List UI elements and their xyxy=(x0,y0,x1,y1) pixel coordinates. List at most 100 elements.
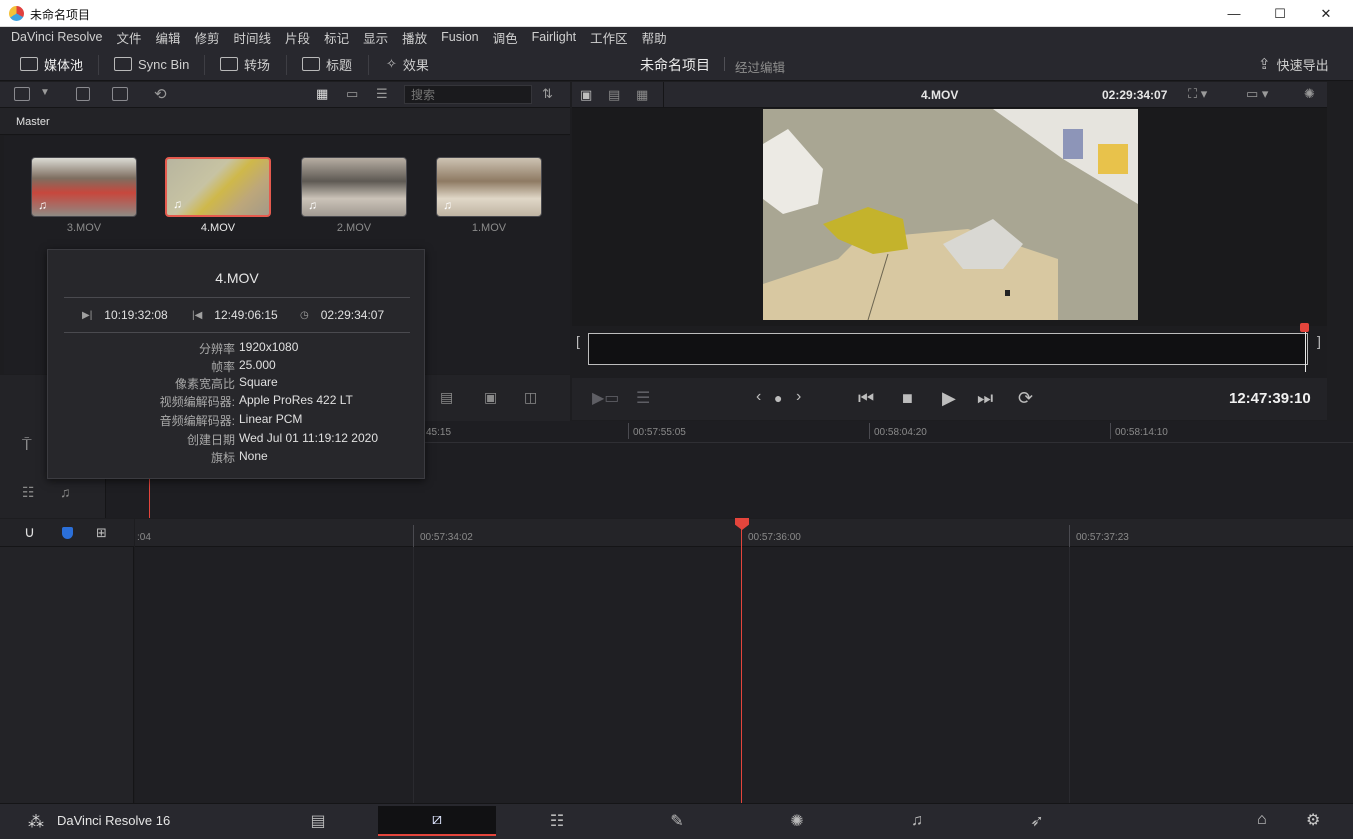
prop-key: 像素宽高比 xyxy=(174,377,235,391)
menu-color[interactable]: 调色 xyxy=(493,28,518,47)
audio-meter-scale xyxy=(1327,82,1353,422)
ruler-label: 45:15 xyxy=(426,427,452,438)
adjust-sliders-icon[interactable]: ☰ xyxy=(636,388,650,408)
maximize-button[interactable]: ☐ xyxy=(1257,0,1303,27)
prop-frame-rate: 帧率 25.000 xyxy=(48,358,426,375)
multicam-view-icon[interactable]: ▦ xyxy=(636,87,648,103)
go-to-start-icon[interactable]: ⏮ xyxy=(858,388,874,409)
export-icon: ⇪ xyxy=(1258,56,1271,73)
sync-icon[interactable]: ⟲ xyxy=(154,85,167,103)
titles-button[interactable]: 标题 xyxy=(302,54,352,74)
settings-gear-icon[interactable]: ⚙ xyxy=(1306,810,1320,830)
page-media-icon[interactable]: ▤ xyxy=(259,806,377,836)
sort-icon[interactable]: ⇅ xyxy=(542,86,553,102)
grid-line xyxy=(413,547,414,803)
menu-playback[interactable]: 播放 xyxy=(402,28,427,47)
sidebar-toggle-icon[interactable] xyxy=(14,87,30,101)
media-pool-button[interactable]: 媒体池 xyxy=(20,54,83,74)
clip-thumbnail-selected[interactable]: ♫ xyxy=(165,157,271,217)
prop-flags: 旗标 None xyxy=(48,449,426,466)
import-media-icon[interactable] xyxy=(76,87,90,101)
audio-track-icon[interactable]: ♫ xyxy=(60,484,71,500)
ruler-label: 00:58:14:10 xyxy=(1115,427,1168,438)
clip-thumbnail[interactable]: ♫ xyxy=(301,157,407,217)
page-deliver-icon[interactable]: ➶ xyxy=(978,806,1096,836)
next-edit-icon[interactable]: › xyxy=(796,388,801,406)
loop-icon[interactable]: ⟳ xyxy=(1018,388,1033,409)
place-on-top-icon[interactable]: ▣ xyxy=(484,389,497,406)
display-options-icon[interactable]: ▭ ▾ xyxy=(1246,86,1268,102)
page-fairlight-icon[interactable]: ♫ xyxy=(858,806,976,836)
clip-label: 2.MOV xyxy=(336,222,372,234)
menu-clip[interactable]: 片段 xyxy=(285,28,310,47)
lower-timeline[interactable] xyxy=(135,519,1353,803)
go-to-end-icon[interactable]: ⏭ xyxy=(977,388,993,409)
lock-track-icon[interactable]: ⍑ xyxy=(22,437,32,455)
add-track-icon[interactable]: ⊞ xyxy=(96,525,107,541)
prop-pixel-aspect: 像素宽高比 Square xyxy=(48,375,426,392)
menu-view[interactable]: 显示 xyxy=(363,28,388,47)
play-icon[interactable]: ▶ xyxy=(942,388,956,409)
menu-file[interactable]: 文件 xyxy=(116,28,141,47)
chevron-down-icon[interactable]: ▼ xyxy=(40,87,50,98)
grid-view-icon[interactable]: ▦ xyxy=(316,86,328,102)
menu-fusion[interactable]: Fusion xyxy=(441,30,479,44)
page-cut-icon[interactable]: ⧄ xyxy=(378,806,496,836)
jog-dot-icon[interactable]: ● xyxy=(774,390,782,406)
stop-icon[interactable]: ■ xyxy=(902,388,913,409)
titles-icon xyxy=(302,57,320,71)
clip-thumbnail[interactable]: ♫ xyxy=(436,157,542,217)
menu-trim[interactable]: 修剪 xyxy=(195,28,220,47)
menu-workspace[interactable]: 工作区 xyxy=(590,28,628,47)
transform-icon[interactable]: ⛶ ▾ xyxy=(1188,86,1207,102)
out-bracket-icon[interactable]: ] xyxy=(1317,333,1321,349)
clip-thumbnail[interactable]: ♫ xyxy=(31,157,137,217)
menu-help[interactable]: 帮助 xyxy=(642,28,667,47)
clip-label: 1.MOV xyxy=(471,222,507,234)
marker-flag-icon[interactable] xyxy=(62,527,73,539)
snapping-magnet-icon[interactable]: ∪ xyxy=(24,523,35,541)
viewer-scrub-bar[interactable] xyxy=(588,333,1308,365)
page-fusion-icon[interactable]: ✎ xyxy=(618,806,736,836)
media-pool-toolbar: ▼ ⟲ ▦ ▭ ☰ ⇅ xyxy=(0,82,570,108)
scrub-playhead-marker[interactable] xyxy=(1300,323,1309,332)
prop-key: 音频编解码器: xyxy=(159,414,235,428)
filmstrip-view-icon[interactable]: ▭ xyxy=(346,86,358,102)
quick-export-button[interactable]: ⇪ 快速导出 xyxy=(1258,54,1329,74)
list-view-icon[interactable]: ☰ xyxy=(376,86,388,102)
ruler-tick xyxy=(1110,423,1111,439)
prop-value: Wed Jul 01 11:19:12 2020 xyxy=(239,431,378,445)
menu-fairlight[interactable]: Fairlight xyxy=(532,30,576,44)
tooltip-duration: ◷ 02:29:34:07 xyxy=(300,308,384,322)
effects-button[interactable]: ✧ 效果 xyxy=(386,54,429,74)
color-wheel-icon[interactable]: ✺ xyxy=(1304,86,1315,102)
clip-label: 4.MOV xyxy=(200,222,236,234)
menu-davinci[interactable]: DaVinci Resolve xyxy=(11,30,102,44)
transitions-icon xyxy=(220,57,238,71)
in-timecode-value: 10:19:32:08 xyxy=(104,308,168,322)
transitions-button[interactable]: 转场 xyxy=(220,54,270,74)
image-view-icon[interactable]: ▣ xyxy=(580,87,592,103)
in-bracket-icon[interactable]: [ xyxy=(576,333,580,349)
new-bin-icon[interactable] xyxy=(112,87,128,101)
menu-timeline[interactable]: 时间线 xyxy=(234,28,272,47)
media-pool-icon xyxy=(20,57,38,71)
page-edit-icon[interactable]: ☷ xyxy=(498,806,616,836)
prop-key: 帧率 xyxy=(210,360,235,374)
prop-key: 分辨率 xyxy=(198,342,235,356)
home-icon[interactable]: ⌂ xyxy=(1257,811,1267,829)
sync-bin-button[interactable]: Sync Bin xyxy=(114,54,189,74)
toolbar-divider xyxy=(368,55,369,75)
minimize-button[interactable]: — xyxy=(1211,0,1257,27)
search-input[interactable] xyxy=(404,85,532,104)
film-view-icon[interactable]: ▤ xyxy=(608,87,620,103)
close-button[interactable]: ✕ xyxy=(1303,0,1349,27)
prev-edit-icon[interactable]: ‹ xyxy=(756,388,761,406)
replay-icon[interactable]: ▶︎▭ xyxy=(592,388,619,408)
audio-waveform-icon[interactable]: ◫ xyxy=(524,389,537,406)
insert-clip-icon[interactable]: ▤ xyxy=(440,389,453,406)
menu-edit[interactable]: 编辑 xyxy=(156,28,181,47)
video-track-icon[interactable]: ☷ xyxy=(22,484,35,501)
menu-mark[interactable]: 标记 xyxy=(324,28,349,47)
page-color-icon[interactable]: ✺ xyxy=(738,806,856,836)
